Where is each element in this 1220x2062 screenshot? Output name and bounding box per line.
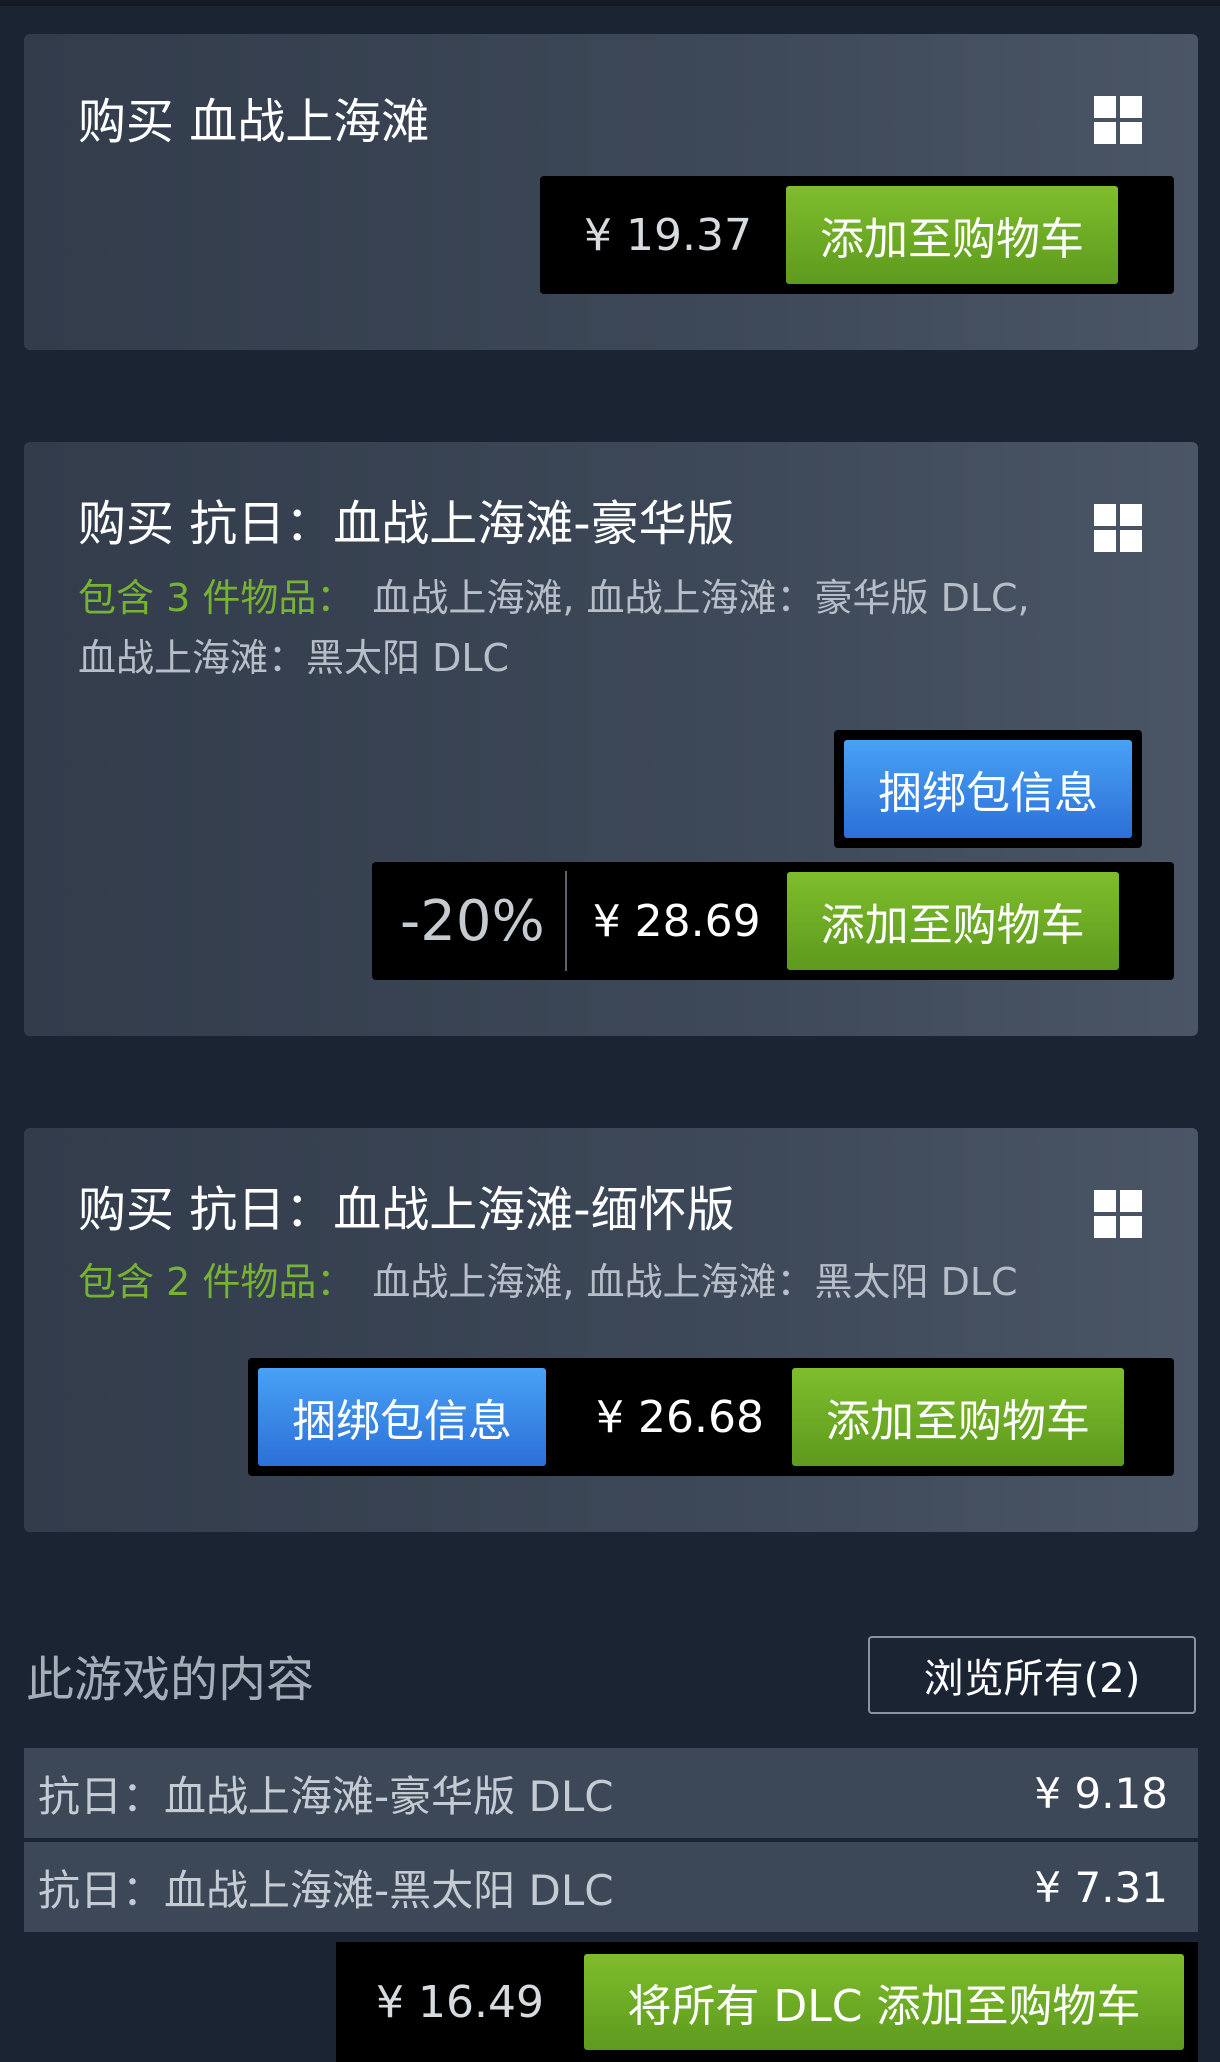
bundle-info-button[interactable]: 捆绑包信息 (258, 1368, 546, 1466)
includes-items: 血战上海滩, 血战上海滩：黑太阳 DLC (372, 1260, 1018, 1304)
includes-label: 包含 3 件物品： (78, 576, 355, 620)
add-to-cart-button[interactable]: 添加至购物车 (786, 872, 1119, 970)
dlc-price: ¥ 7.31 (1034, 1862, 1168, 1912)
purchase-bar: 捆绑包信息 ¥ 26.68 添加至购物车 (248, 1358, 1174, 1476)
windows-icon (1094, 504, 1142, 552)
discount-badge: -20% (400, 888, 545, 954)
purchase-title: 购买 抗日：血战上海滩-缅怀版 (78, 1182, 735, 1238)
price: ¥ 19.37 (584, 209, 752, 261)
purchase-title: 购买 抗日：血战上海滩-豪华版 (78, 496, 735, 552)
purchase-title: 购买 血战上海滩 (78, 94, 430, 150)
purchase-card-base: 购买 血战上海滩 ¥ 19.37 添加至购物车 (24, 34, 1198, 350)
bundle-includes: 包含 2 件物品： 血战上海滩, 血战上海滩：黑太阳 DLC (78, 1252, 1158, 1312)
includes-items: 血战上海滩, 血战上海滩：豪华版 DLC, (372, 576, 1030, 620)
dlc-section-title: 此游戏的内容 (26, 1652, 315, 1708)
purchase-card-memorial: 购买 抗日：血战上海滩-缅怀版 包含 2 件物品： 血战上海滩, 血战上海滩：黑太… (24, 1128, 1198, 1532)
bundle-includes: 包含 3 件物品： 血战上海滩, 血战上海滩：豪华版 DLC, 血战上海滩：黑太阳… (78, 568, 1158, 688)
dlc-row[interactable]: 抗日：血战上海滩-豪华版 DLC ¥ 9.18 (24, 1748, 1198, 1838)
add-all-dlc-button[interactable]: 将所有 DLC 添加至购物车 (583, 1954, 1184, 2050)
bundle-info-wrap: 捆绑包信息 (834, 730, 1142, 848)
includes-label: 包含 2 件物品： (78, 1260, 355, 1304)
dlc-total-price: ¥ 16.49 (376, 1976, 544, 2028)
price: ¥ 26.68 (596, 1391, 764, 1443)
purchase-bar: -20% ¥ 28.69 添加至购物车 (372, 862, 1174, 980)
purchase-card-deluxe: 购买 抗日：血战上海滩-豪华版 包含 3 件物品： 血战上海滩, 血战上海滩：豪华… (24, 442, 1198, 1036)
dlc-row[interactable]: 抗日：血战上海滩-黑太阳 DLC ¥ 7.31 (24, 1842, 1198, 1932)
includes-items: 血战上海滩：黑太阳 DLC (78, 636, 510, 680)
dlc-price: ¥ 9.18 (1034, 1768, 1168, 1818)
dlc-name: 抗日：血战上海滩-黑太阳 DLC (38, 1865, 614, 1915)
purchase-bar: ¥ 19.37 添加至购物车 (540, 176, 1174, 294)
add-to-cart-button[interactable]: 添加至购物车 (785, 186, 1118, 284)
dlc-name: 抗日：血战上海滩-豪华版 DLC (38, 1771, 614, 1821)
dlc-total-bar: ¥ 16.49 将所有 DLC 添加至购物车 (336, 1942, 1198, 2062)
windows-icon (1094, 1190, 1142, 1238)
windows-icon (1094, 96, 1142, 144)
browse-all-button[interactable]: 浏览所有(2) (868, 1636, 1196, 1714)
price: ¥ 28.69 (592, 895, 761, 947)
bundle-info-button[interactable]: 捆绑包信息 (844, 740, 1132, 838)
add-to-cart-button[interactable]: 添加至购物车 (791, 1368, 1124, 1466)
top-edge (0, 0, 1220, 6)
